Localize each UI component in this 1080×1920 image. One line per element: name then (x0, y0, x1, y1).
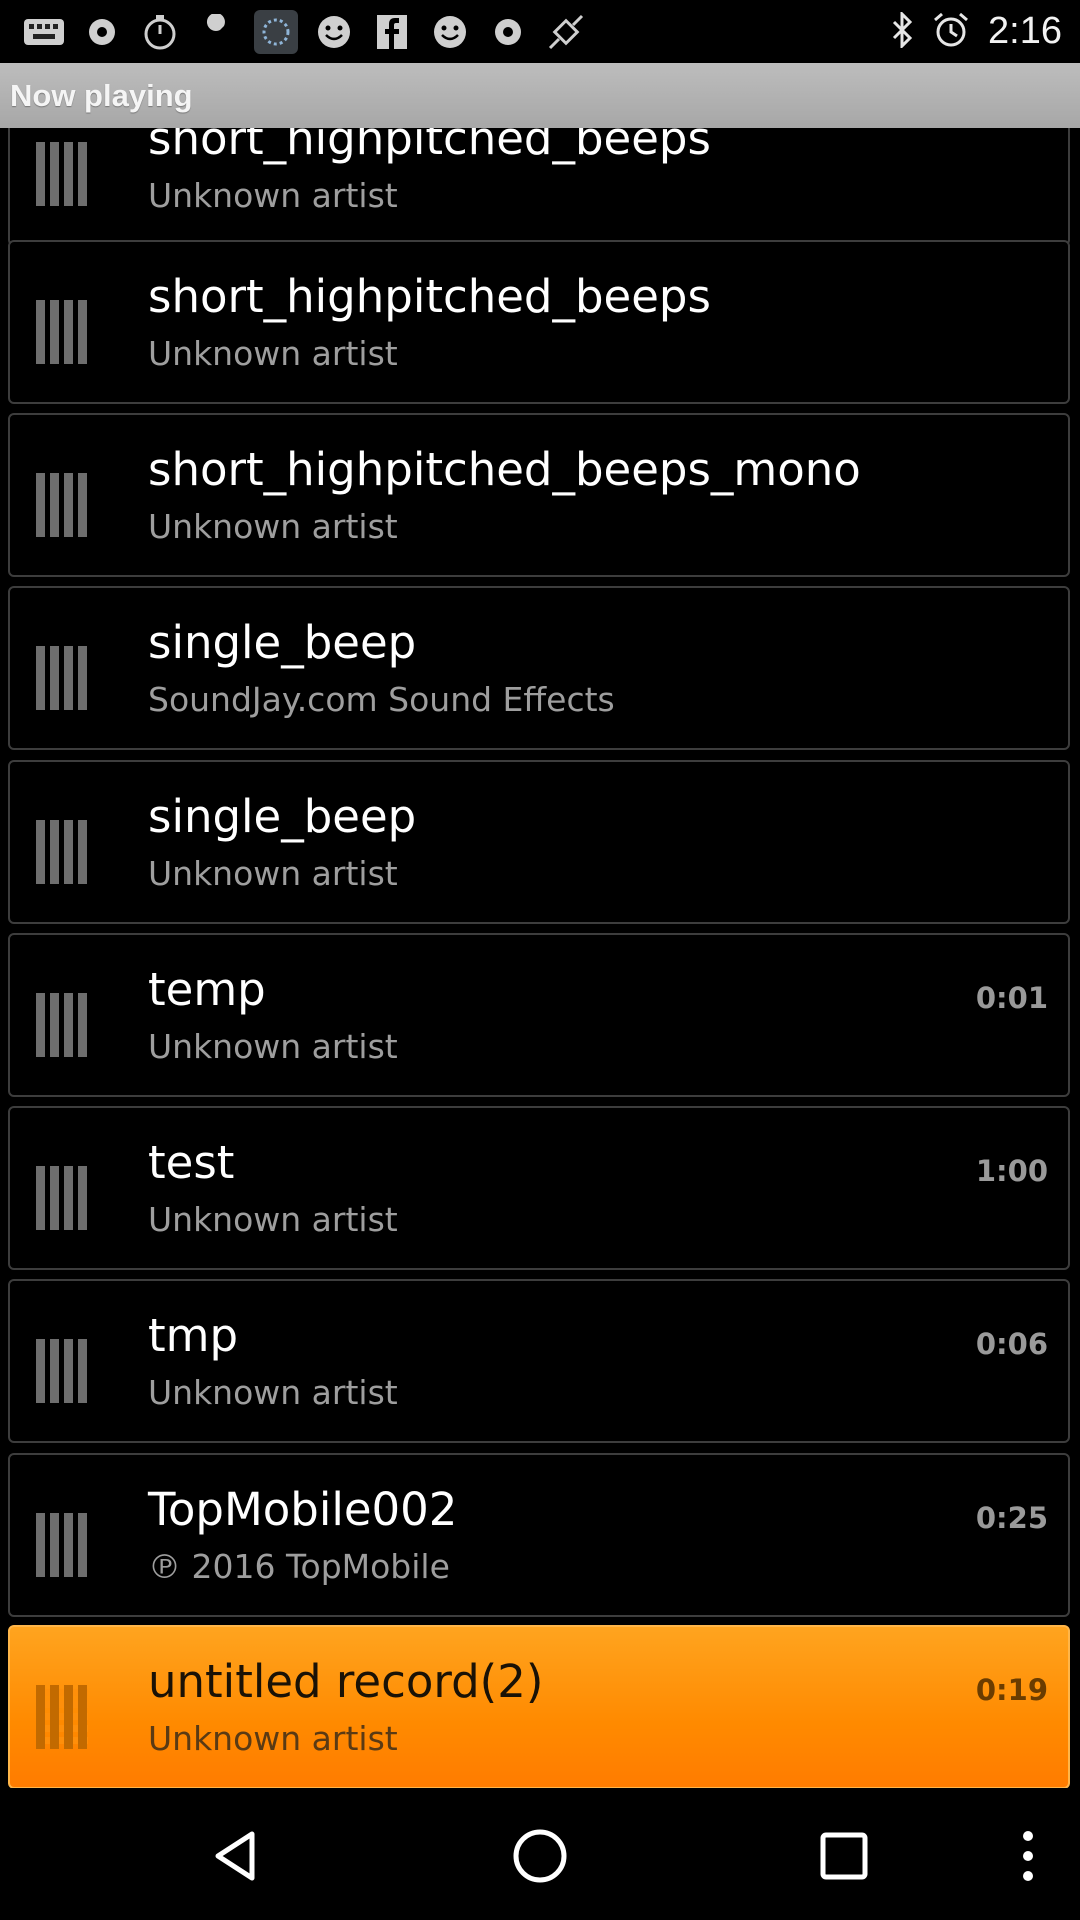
now-playing-list[interactable]: short_highpitched_beeps Unknown artist s… (0, 128, 1080, 1788)
list-item-now-playing[interactable]: untitled record(2) Unknown artist 0:19 (8, 1625, 1070, 1788)
list-item[interactable]: single_beep SoundJay.com Sound Effects (8, 586, 1070, 750)
record-icon (486, 10, 530, 54)
list-item[interactable]: short_highpitched_beeps_mono Unknown art… (8, 413, 1070, 577)
alarm-icon (932, 11, 970, 53)
drag-handle-icon[interactable] (36, 142, 88, 206)
record-icon (80, 10, 124, 54)
drag-handle-icon[interactable] (36, 1513, 88, 1577)
back-button[interactable] (196, 1816, 276, 1896)
track-artist: Unknown artist (148, 1027, 398, 1066)
drag-handle-icon[interactable] (36, 1685, 88, 1749)
list-item[interactable]: tmp Unknown artist 0:06 (8, 1279, 1070, 1443)
list-item[interactable]: single_beep Unknown artist (8, 760, 1070, 924)
page-title: Now playing (10, 77, 193, 113)
track-duration: 0:25 (975, 1501, 1048, 1535)
track-duration: 0:01 (975, 981, 1048, 1015)
list-item[interactable]: temp Unknown artist 0:01 (8, 933, 1070, 1097)
track-duration: 0:19 (975, 1673, 1048, 1707)
drag-handle-icon[interactable] (36, 820, 88, 884)
track-title: single_beep (148, 790, 417, 843)
track-artist: Unknown artist (148, 1200, 398, 1239)
track-artist: Unknown artist (148, 854, 398, 893)
track-title: single_beep (148, 616, 417, 669)
drag-handle-icon[interactable] (36, 993, 88, 1057)
clock: 2:16 (988, 10, 1062, 52)
drag-handle-icon[interactable] (36, 473, 88, 537)
drag-handle-icon[interactable] (36, 1166, 88, 1230)
home-icon (513, 1829, 567, 1883)
track-title: short_highpitched_beeps (148, 128, 711, 165)
facebook-icon (370, 10, 414, 54)
track-artist: Unknown artist (148, 1373, 398, 1412)
notification-icons (0, 9, 588, 54)
fake-gps-icon (544, 10, 588, 54)
track-duration: 1:00 (975, 1154, 1048, 1188)
track-artist: Unknown artist (148, 1719, 398, 1758)
list-item[interactable]: short_highpitched_beeps Unknown artist (8, 240, 1070, 404)
track-artist: SoundJay.com Sound Effects (148, 680, 615, 719)
navigation-bar (0, 1788, 1080, 1920)
recents-button[interactable] (804, 1816, 884, 1896)
track-artist: Unknown artist (148, 507, 398, 546)
track-title: TopMobile002 (148, 1483, 458, 1536)
app-icon (254, 9, 298, 54)
timer-icon (138, 10, 182, 54)
drag-handle-icon[interactable] (36, 646, 88, 710)
track-artist: Unknown artist (148, 334, 398, 373)
track-title: short_highpitched_beeps (148, 270, 711, 323)
more-icon (1023, 1831, 1033, 1881)
track-artist: Unknown artist (148, 176, 398, 215)
smiley-icon (312, 10, 356, 54)
bluetooth-icon (890, 9, 914, 52)
back-icon (215, 1831, 255, 1881)
list-item[interactable]: TopMobile002 ℗ 2016 TopMobile 0:25 (8, 1453, 1070, 1617)
track-title: test (148, 1136, 235, 1189)
drag-handle-icon[interactable] (36, 1339, 88, 1403)
title-bar: Now playing (0, 63, 1080, 128)
status-bar: 2:16 (0, 0, 1080, 63)
smiley-icon (428, 10, 472, 54)
drag-handle-icon[interactable] (36, 300, 88, 364)
list-item[interactable]: short_highpitched_beeps Unknown artist (8, 128, 1070, 246)
more-options-button[interactable] (988, 1816, 1068, 1896)
recents-icon (820, 1832, 868, 1880)
track-title: short_highpitched_beeps_mono (148, 443, 861, 496)
track-duration: 0:06 (975, 1327, 1048, 1361)
keyboard-icon (22, 10, 66, 54)
track-title: tmp (148, 1309, 239, 1362)
track-title: temp (148, 963, 266, 1016)
wrench-icon (196, 10, 240, 54)
track-title: untitled record(2) (148, 1655, 544, 1708)
track-artist: ℗ 2016 TopMobile (148, 1547, 450, 1586)
list-item[interactable]: test Unknown artist 1:00 (8, 1106, 1070, 1270)
home-button[interactable] (500, 1816, 580, 1896)
